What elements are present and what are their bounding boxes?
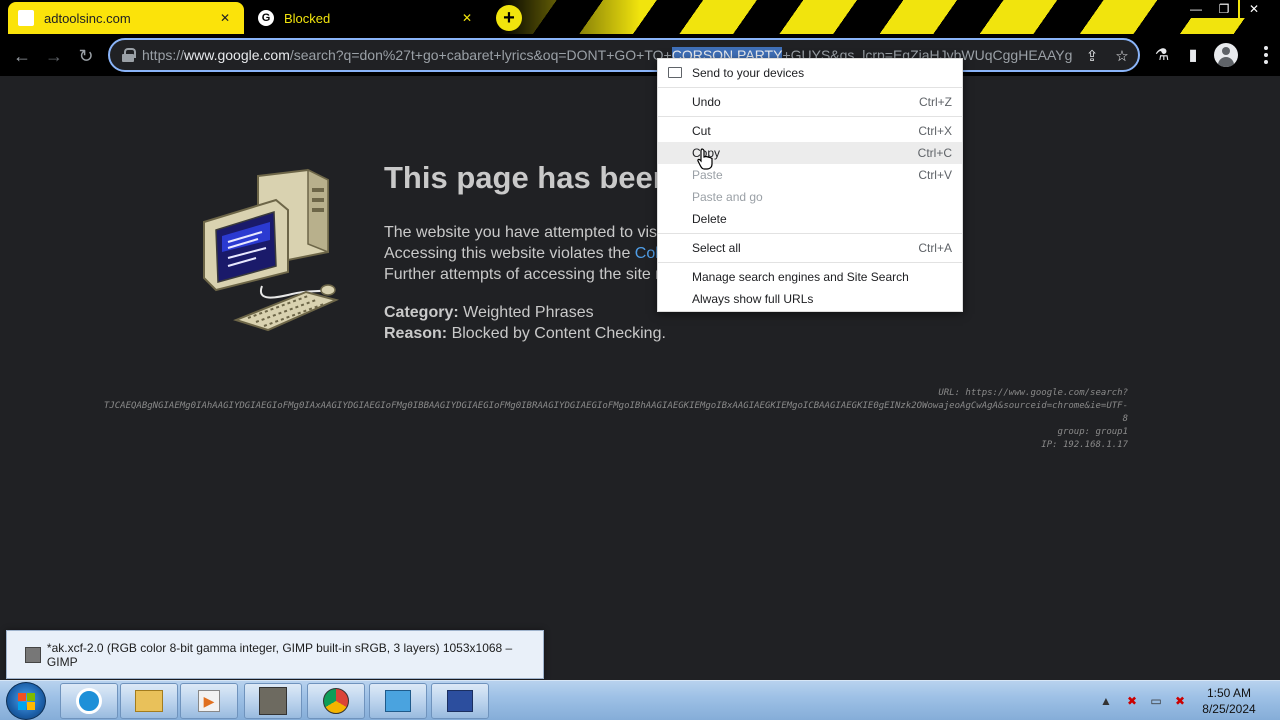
start-orb-icon[interactable] [6,682,46,720]
profile-avatar-icon[interactable] [1214,43,1238,67]
computer-illustration [203,168,340,332]
restore-icon[interactable]: ❐ [1210,0,1238,18]
network-error-icon[interactable]: ✖ [1124,693,1140,709]
minimize-icon[interactable]: — [1182,0,1210,18]
menu-item-always-show-full-urls[interactable]: Always show full URLs [658,288,962,310]
menu-item-send-to-devices[interactable]: Send to your devices [658,62,962,84]
menu-separator [658,262,962,263]
close-icon[interactable]: ✕ [1240,0,1268,18]
category-label: Category: [384,304,459,321]
menu-item-paste-and-go[interactable]: Paste and go [658,186,962,208]
tab-title: Blocked [284,10,331,26]
network-app-icon[interactable] [431,683,489,719]
gimp-icon [25,646,41,663]
page-title: This page has been [384,160,672,195]
debug-url-query: TJCAEQABgNGIAEMg0IAhAAGIYDGIAEGIoFMg0IAx… [103,401,1128,411]
chrome-icon[interactable] [307,683,365,719]
block-details: Category: Weighted Phrases Reason: Block… [384,302,666,344]
blank-page-icon [18,10,34,26]
close-icon[interactable]: ✕ [458,9,476,27]
menu-separator [658,233,962,234]
extension-icon[interactable]: ⚗ [1151,44,1173,66]
gimp-window-title: *ak.xcf-2.0 (RGB color 8-bit gamma integ… [46,640,513,669]
hand-cursor-icon [697,148,713,170]
lock-icon[interactable] [122,48,136,62]
laptop-icon [668,67,682,78]
google-icon: G [258,10,274,26]
menu-separator [658,116,962,117]
taskbar-thumbnail-tooltip[interactable]: *ak.xcf-2.0 (RGB color 8-bit gamma integ… [6,630,544,679]
context-menu: Send to your devices Undo Ctrl+Z Cut Ctr… [657,58,963,312]
close-icon[interactable]: ✕ [216,9,234,27]
menu-item-undo[interactable]: Undo Ctrl+Z [658,91,962,113]
plus-icon[interactable]: + [496,5,522,31]
browser-swirl-icon[interactable] [60,683,118,719]
menu-item-select-all[interactable]: Select all Ctrl+A [658,237,962,259]
forward-arrow-icon[interactable]: → [40,42,68,70]
gimp-icon[interactable] [244,683,302,719]
tab-blocked[interactable]: G Blocked ✕ [248,2,486,34]
browser-toolbar: ← → ↻ https://www.google.com/search?q=do… [0,34,1280,76]
reload-icon[interactable]: ↻ [72,42,100,70]
sidepanel-icon[interactable]: ▮ [1182,44,1204,66]
menu-item-cut[interactable]: Cut Ctrl+X [658,120,962,142]
blocked-message: The website you have attempted to vis Ac… [384,224,665,283]
back-arrow-icon[interactable]: ← [8,42,36,70]
category-value: Weighted Phrases [463,304,594,321]
media-player-icon[interactable]: ▶ [180,683,238,719]
menu-item-manage-search-engines[interactable]: Manage search engines and Site Search [658,266,962,288]
file-explorer-icon[interactable] [120,683,178,719]
clock-time: 1:50 AM [1206,686,1252,700]
tab-adtoolsinc[interactable]: adtoolsinc.com ✕ [8,2,244,34]
control-panel-icon[interactable] [369,683,427,719]
show-hidden-icon[interactable]: ▲ [1098,693,1114,709]
debug-ip: IP: 192.168.1.17 [1041,440,1128,450]
system-clock[interactable]: 1:50 AM 8/25/2024 [1190,685,1268,717]
menu-icon[interactable] [1258,44,1274,66]
debug-url-line: URL: https://www.google.com/search? [938,388,1128,398]
reason-value: Blocked by Content Checking. [451,325,666,342]
address-bar[interactable]: https://www.google.com/search?q=don%27t+… [108,38,1140,72]
debug-url-tail: 8 [1122,414,1128,424]
power-icon[interactable]: ▭ [1148,693,1164,709]
menu-separator [658,87,962,88]
tab-title: adtoolsinc.com [44,10,131,26]
star-icon[interactable]: ☆ [1112,46,1132,66]
share-icon[interactable]: ⇪ [1082,46,1102,66]
clock-date: 8/25/2024 [1202,702,1256,716]
reason-label: Reason: [384,325,448,342]
volume-muted-icon[interactable]: ✖ [1172,693,1188,709]
taskbar: ▶ ▲ ✖ ▭ ✖ 1:50 AM 8/25/2024 [0,680,1280,720]
tab-strip: adtoolsinc.com ✕ G Blocked ✕ + — ❐ ✕ [0,0,1280,34]
debug-group: group: group1 [1057,427,1128,437]
menu-item-delete[interactable]: Delete [658,208,962,230]
